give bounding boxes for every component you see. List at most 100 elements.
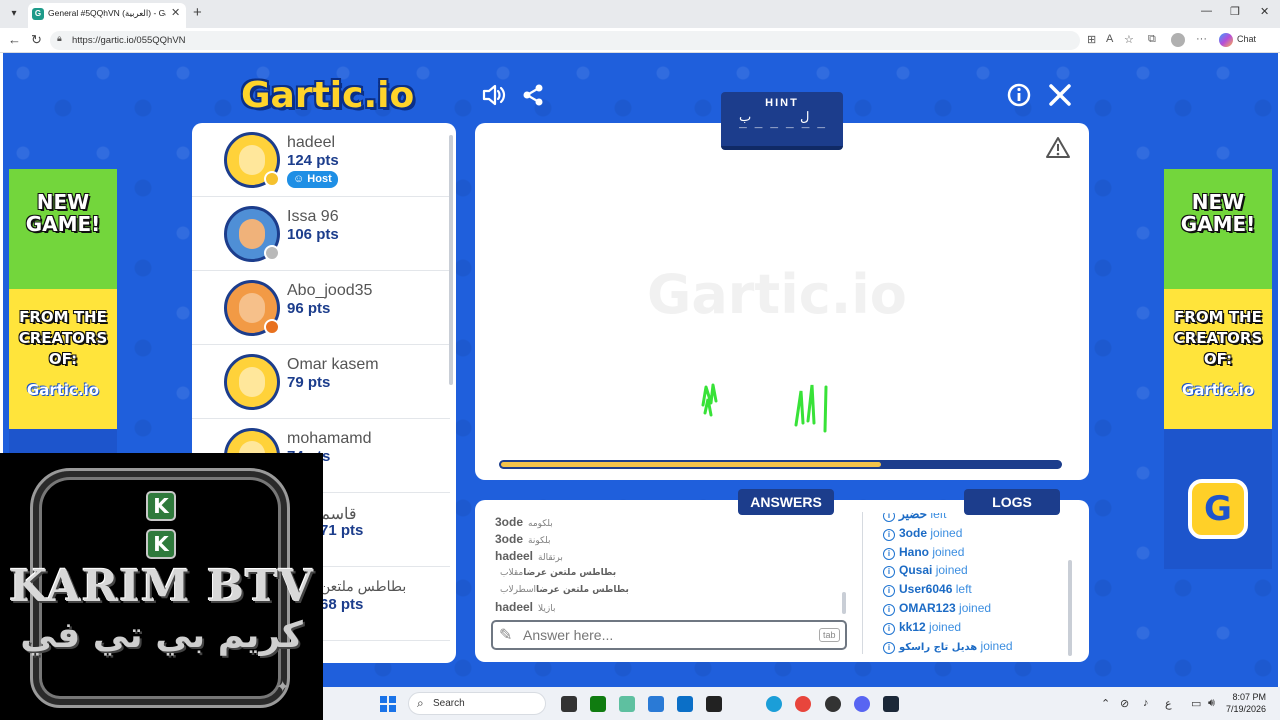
log-row: i kk12 joined — [883, 620, 1083, 639]
clock-time[interactable]: 8:07 PM — [1226, 692, 1266, 702]
app-available-icon[interactable]: ⊞ — [1087, 33, 1096, 46]
search-icon: ⌕ — [417, 696, 424, 710]
ad-banner-top: NEW GAME! — [1164, 169, 1272, 289]
ad-creators-text: FROM THE CREATORS OF: — [1173, 308, 1263, 368]
host-badge-label: Host — [307, 173, 332, 185]
xbox-icon[interactable] — [590, 696, 606, 712]
info-icon[interactable] — [1006, 82, 1032, 108]
favorite-star-icon[interactable]: ☆ — [1124, 33, 1134, 46]
logs-tab[interactable]: LOGS — [964, 489, 1060, 515]
panel-divider — [862, 512, 863, 654]
minimize-icon[interactable]: — — [1201, 5, 1212, 17]
player-points: 124 pts — [287, 152, 339, 169]
tab-list-chevron-icon[interactable]: ▾ — [6, 6, 22, 22]
log-row: i Qusai joined — [883, 563, 1083, 582]
read-aloud-icon[interactable]: A — [1106, 33, 1113, 45]
language-indicator[interactable]: ع — [1165, 697, 1172, 710]
app-icon[interactable] — [648, 696, 664, 712]
player-points: 71 pts — [320, 522, 364, 539]
player-name: قاسم — [320, 506, 357, 523]
info-icon: i — [883, 603, 895, 616]
drawing-strokes — [701, 383, 828, 433]
edge-icon[interactable] — [766, 696, 782, 712]
info-icon: i — [883, 622, 895, 635]
chrome-icon[interactable] — [795, 696, 811, 712]
taskbar-search[interactable]: ⌕ Search — [408, 692, 546, 715]
log-row: i خضير left — [883, 513, 1083, 526]
answer-row: بطاطس ملتعن عرضااسطرلاب — [500, 585, 629, 595]
window-close-icon[interactable]: ✕ — [1260, 5, 1269, 18]
player-status-dot — [264, 245, 280, 261]
info-icon: i — [883, 547, 895, 560]
browser-tab-gartic[interactable]: G General #5QQhVN (العربية) - Gartic ✕ — [28, 3, 186, 28]
tab-close-icon[interactable]: ✕ — [171, 6, 180, 19]
gartic-logo[interactable]: Gartic.io — [241, 75, 414, 116]
network-off-icon[interactable]: ⊘ — [1120, 697, 1129, 710]
player-points: 96 pts — [287, 300, 331, 317]
ad-gartic-logo: Gartic.io — [26, 381, 100, 399]
player-row[interactable]: Abo_jood35 96 pts — [192, 271, 450, 345]
microphone-icon[interactable]: ♪ — [1143, 697, 1149, 709]
store-icon[interactable] — [619, 696, 635, 712]
info-icon: i — [883, 641, 895, 654]
obs-icon[interactable] — [825, 696, 841, 712]
epic-games-icon[interactable] — [706, 696, 722, 712]
answers-tab[interactable]: ANSWERS — [738, 489, 834, 515]
sparkle-icon: ✦ — [276, 679, 290, 696]
player-row[interactable]: hadeel 124 pts ☺ Host — [192, 123, 450, 197]
logs-list: i خضير left i 3ode joined i Hano joined i Qu… — [883, 513, 1083, 663]
hint-label: HINT — [765, 97, 799, 109]
volume-icon[interactable]: 🔊︎ — [1208, 697, 1215, 710]
refresh-icon[interactable]: ↻ — [31, 32, 42, 48]
sound-icon[interactable] — [480, 82, 506, 108]
answers-scrollbar[interactable] — [842, 592, 846, 614]
overlay-title: KARIM BTV — [9, 561, 314, 612]
share-icon[interactable] — [520, 82, 546, 108]
answer-row: 3ode بلكونة — [495, 532, 551, 546]
clock-date[interactable]: 7/19/2026 — [1218, 704, 1266, 714]
copilot-chat-label[interactable]: Chat — [1237, 34, 1256, 44]
log-row: i 3ode joined — [883, 526, 1083, 545]
drawing-canvas[interactable]: Gartic.io — [475, 123, 1089, 480]
browser-tab-bar: ▾ G General #5QQhVN (العربية) - Gartic ✕… — [0, 0, 1280, 28]
answer-row: بطاطس ملتعن عرضامقلاب — [500, 568, 617, 578]
logs-scrollbar[interactable] — [1068, 560, 1072, 656]
url-text: https://gartic.io/055QQhVN — [72, 35, 186, 46]
copilot-icon[interactable] — [1219, 33, 1233, 47]
player-row[interactable]: Omar kasem 79 pts — [192, 345, 450, 419]
new-tab-icon[interactable]: + — [193, 4, 202, 21]
answer-row: hadeel برتقالة — [495, 549, 563, 563]
answer-field[interactable]: ✎ tab — [491, 620, 847, 650]
restore-icon[interactable]: ❐ — [1230, 5, 1240, 18]
chat-panel: ANSWERS LOGS 3ode بلكومه 3ode بلكونة hadee… — [475, 489, 1089, 663]
discord-icon[interactable] — [854, 696, 870, 712]
players-scrollbar[interactable] — [449, 135, 453, 385]
round-timer-fill — [501, 462, 881, 467]
ad-banner-mid: FROM THE CREATORS OF: Gartic.io — [1164, 289, 1272, 429]
url-field[interactable]: 🔒︎ https://gartic.io/055QQhVN — [50, 31, 1080, 50]
gartic-favicon-icon: G — [32, 8, 44, 20]
answer-input[interactable] — [523, 625, 803, 645]
close-game-icon[interactable] — [1047, 82, 1073, 108]
host-badge: ☺ Host — [287, 171, 338, 188]
task-view-icon[interactable] — [561, 696, 577, 712]
log-row: i هديل تاج راسكو joined — [883, 639, 1083, 658]
answer-row: hadeel بازيلا — [495, 600, 556, 614]
collections-icon[interactable]: ⧉ — [1148, 33, 1156, 46]
back-arrow-icon[interactable]: ← — [8, 32, 21, 47]
display-icon[interactable]: ▭ — [1191, 697, 1201, 710]
more-options-icon[interactable]: ··· — [1196, 33, 1207, 45]
ad-banner-top: NEW GAME! — [9, 169, 117, 289]
tray-chevron-icon[interactable]: ⌃ — [1101, 697, 1110, 710]
ad-banner-right[interactable]: NEW GAME! FROM THE CREATORS OF: Gartic.i… — [1164, 169, 1272, 569]
site-info-icon[interactable]: 🔒︎ — [57, 33, 62, 44]
outlook-icon[interactable] — [677, 696, 693, 712]
player-row[interactable]: Issa 96 106 pts — [192, 197, 450, 271]
report-warning-icon[interactable] — [1045, 135, 1071, 161]
profile-avatar[interactable] — [1171, 33, 1185, 47]
log-row: i OMAR123 joined — [883, 601, 1083, 620]
answers-list: 3ode بلكومه 3ode بلكونة hadeel برتقالة بطاط… — [495, 515, 835, 615]
windows-start-icon[interactable] — [380, 696, 396, 712]
steam-icon[interactable] — [883, 696, 899, 712]
ad-creators-text: FROM THE CREATORS OF: — [18, 308, 108, 368]
